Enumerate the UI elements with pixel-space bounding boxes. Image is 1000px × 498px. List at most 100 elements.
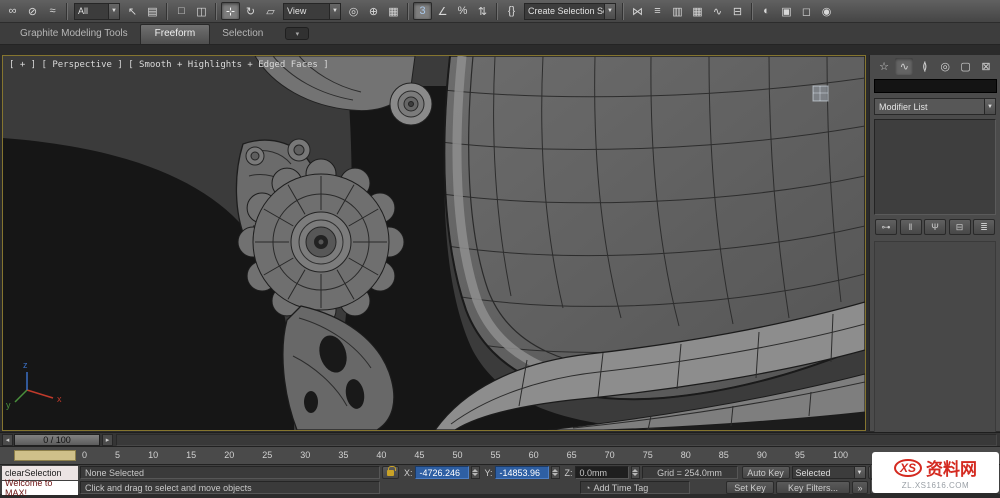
z-spinner[interactable] — [631, 466, 640, 479]
selection-filter-dropdown[interactable]: All ▼ — [74, 3, 120, 20]
hierarchy-tab-icon[interactable]: ≬ — [916, 58, 934, 75]
spinner-snap-icon[interactable]: ⇅ — [473, 2, 492, 20]
toolbar-separator — [496, 3, 498, 20]
track-bar-range[interactable] — [14, 450, 76, 461]
mirror-icon[interactable]: ⋈ — [628, 2, 647, 20]
add-time-tag-label: Add Time Tag — [593, 483, 648, 493]
utilities-tab-icon[interactable]: ⊠ — [977, 58, 995, 75]
time-slider-left-arrow[interactable]: ◂ — [2, 434, 13, 446]
add-time-tag-field[interactable]: ◔ Add Time Tag — [580, 481, 690, 494]
tab-selection[interactable]: Selection — [210, 24, 275, 44]
align-icon[interactable]: ≡ — [648, 2, 667, 20]
status-bar: clearSelection None Selected X: -4726.24… — [0, 464, 1000, 494]
tab-freeform[interactable]: Freeform — [140, 24, 211, 44]
key-filters-button[interactable]: Key Filters... — [776, 481, 850, 494]
select-by-name-icon[interactable]: ▤ — [143, 2, 162, 20]
make-unique-button[interactable]: Ψ — [924, 219, 946, 235]
key-mode-dropdown[interactable]: Selected ▼ — [792, 466, 866, 479]
frame-tick-label: 60 — [529, 450, 539, 460]
angle-snap-icon[interactable]: ∠ — [433, 2, 452, 20]
frame-tick-label: 15 — [186, 450, 196, 460]
auto-key-button[interactable]: Auto Key — [742, 466, 790, 479]
select-and-manipulate-icon[interactable]: ⊕ — [364, 2, 383, 20]
frame-tick-label: 65 — [567, 450, 577, 460]
frame-tick-label: 85 — [719, 450, 729, 460]
chevron-down-icon[interactable]: ▼ — [604, 4, 615, 19]
chevron-down-icon[interactable]: ▼ — [329, 4, 340, 19]
select-and-link-icon[interactable]: ∞ — [3, 2, 22, 20]
main-toolbar: ∞ ⊘ ≈ All ▼ ↖ ▤ □ ◫ ⊹ ↻ ▱ View ▼ ◎ ⊕ ▦ 3… — [0, 0, 1000, 23]
curve-editor-icon[interactable]: ∿ — [708, 2, 727, 20]
graphite-ribbon-toggle-icon[interactable]: ▦ — [688, 2, 707, 20]
svg-text:x: x — [57, 394, 62, 404]
frame-tick-label: 90 — [757, 450, 767, 460]
modifier-stack-list[interactable] — [874, 119, 996, 215]
frame-tick-label: 100 — [833, 450, 848, 460]
create-tab-icon[interactable]: ☆ — [875, 58, 893, 75]
layer-manager-icon[interactable]: ▥ — [668, 2, 687, 20]
viewport-3d-wireframe: x y z — [3, 56, 865, 430]
percent-snap-icon[interactable]: % — [453, 2, 472, 20]
named-selection-sets-dropdown[interactable]: Create Selection Se ▼ — [524, 3, 616, 20]
modifier-list-dropdown[interactable]: Modifier List ▼ — [874, 98, 996, 115]
rectangular-selection-region-icon[interactable]: □ — [172, 2, 191, 20]
frame-tick-label: 20 — [224, 450, 234, 460]
lock-selection-button[interactable] — [382, 466, 399, 479]
configure-modifier-sets-button[interactable]: ≣ — [973, 219, 995, 235]
viewport-label[interactable]: [ + ] [ Perspective ] [ Smooth + Highlig… — [9, 60, 329, 70]
maxscript-listener-line[interactable]: Welcome to MAX! — [2, 481, 78, 495]
render-setup-icon[interactable]: ▣ — [777, 2, 796, 20]
track-bar[interactable]: 0510152025303540455055606570758085909510… — [0, 446, 1000, 464]
y-coordinate-field[interactable]: -14853.96 — [495, 466, 549, 479]
tab-graphite-modeling-tools[interactable]: Graphite Modeling Tools — [8, 24, 140, 44]
modify-tab-icon[interactable]: ∿ — [895, 58, 913, 75]
reference-coordinate-dropdown[interactable]: View ▼ — [283, 3, 341, 20]
chevron-down-icon[interactable]: ▼ — [854, 467, 865, 478]
set-key-button[interactable]: Set Key — [726, 481, 774, 494]
rendered-frame-window-icon[interactable]: ◻ — [797, 2, 816, 20]
select-and-rotate-icon[interactable]: ↻ — [241, 2, 260, 20]
select-and-scale-icon[interactable]: ▱ — [261, 2, 280, 20]
frame-tick-label: 25 — [262, 450, 272, 460]
ribbon-minimize-button[interactable]: ▾ — [285, 27, 309, 40]
svg-text:z: z — [23, 360, 28, 370]
x-coordinate-field[interactable]: -4726.246 — [415, 466, 469, 479]
y-spinner[interactable] — [551, 466, 560, 479]
use-pivot-center-icon[interactable]: ◎ — [344, 2, 363, 20]
schematic-view-icon[interactable]: ⊟ — [728, 2, 747, 20]
frame-ruler: 0510152025303540455055606570758085909510… — [82, 450, 848, 460]
prompt-line: Click and drag to select and move object… — [80, 481, 380, 494]
unlink-selection-icon[interactable]: ⊘ — [23, 2, 42, 20]
motion-tab-icon[interactable]: ◎ — [936, 58, 954, 75]
material-editor-icon[interactable]: ◐ — [757, 2, 776, 20]
display-tab-icon[interactable]: ▢ — [957, 58, 975, 75]
time-slider-track[interactable] — [116, 434, 997, 446]
x-spinner[interactable] — [471, 466, 480, 479]
snap-toggle-3d-icon[interactable]: 3 — [413, 2, 432, 20]
show-end-result-button[interactable]: ‖ — [900, 219, 922, 235]
pin-stack-button[interactable]: ⊶ — [875, 219, 897, 235]
chevron-down-icon[interactable]: ▼ — [108, 4, 119, 19]
edit-named-selection-sets-icon[interactable]: {} — [502, 2, 521, 20]
chevron-down-icon[interactable]: ▼ — [984, 99, 995, 114]
perspective-viewport[interactable]: x y z [ + ] [ Perspective ] [ Smooth + H… — [2, 55, 866, 431]
select-and-move-icon[interactable]: ⊹ — [221, 2, 240, 20]
go-to-end-button[interactable]: » — [852, 481, 868, 494]
object-name-field[interactable] — [874, 79, 997, 93]
remove-modifier-button[interactable]: ⊟ — [949, 219, 971, 235]
z-coordinate-field[interactable]: 0.0mm — [575, 466, 629, 479]
select-object-icon[interactable]: ↖ — [123, 2, 142, 20]
window-crossing-icon[interactable]: ◫ — [192, 2, 211, 20]
time-slider-right-arrow[interactable]: ▸ — [102, 434, 113, 446]
grid-size-field: Grid = 254.0mm — [642, 466, 738, 479]
frame-tick-label: 55 — [491, 450, 501, 460]
bind-to-space-warp-icon[interactable]: ≈ — [43, 2, 62, 20]
selection-filter-value: All — [75, 6, 108, 16]
frame-tick-label: 75 — [643, 450, 653, 460]
toolbar-separator — [66, 3, 68, 20]
key-mode-value: Selected — [793, 468, 854, 478]
render-production-icon[interactable]: ◉ — [817, 2, 836, 20]
watermark-logo: XS — [894, 459, 922, 477]
keyboard-shortcut-override-icon[interactable]: ▦ — [384, 2, 403, 20]
time-slider-handle[interactable]: 0 / 100 — [14, 434, 100, 446]
